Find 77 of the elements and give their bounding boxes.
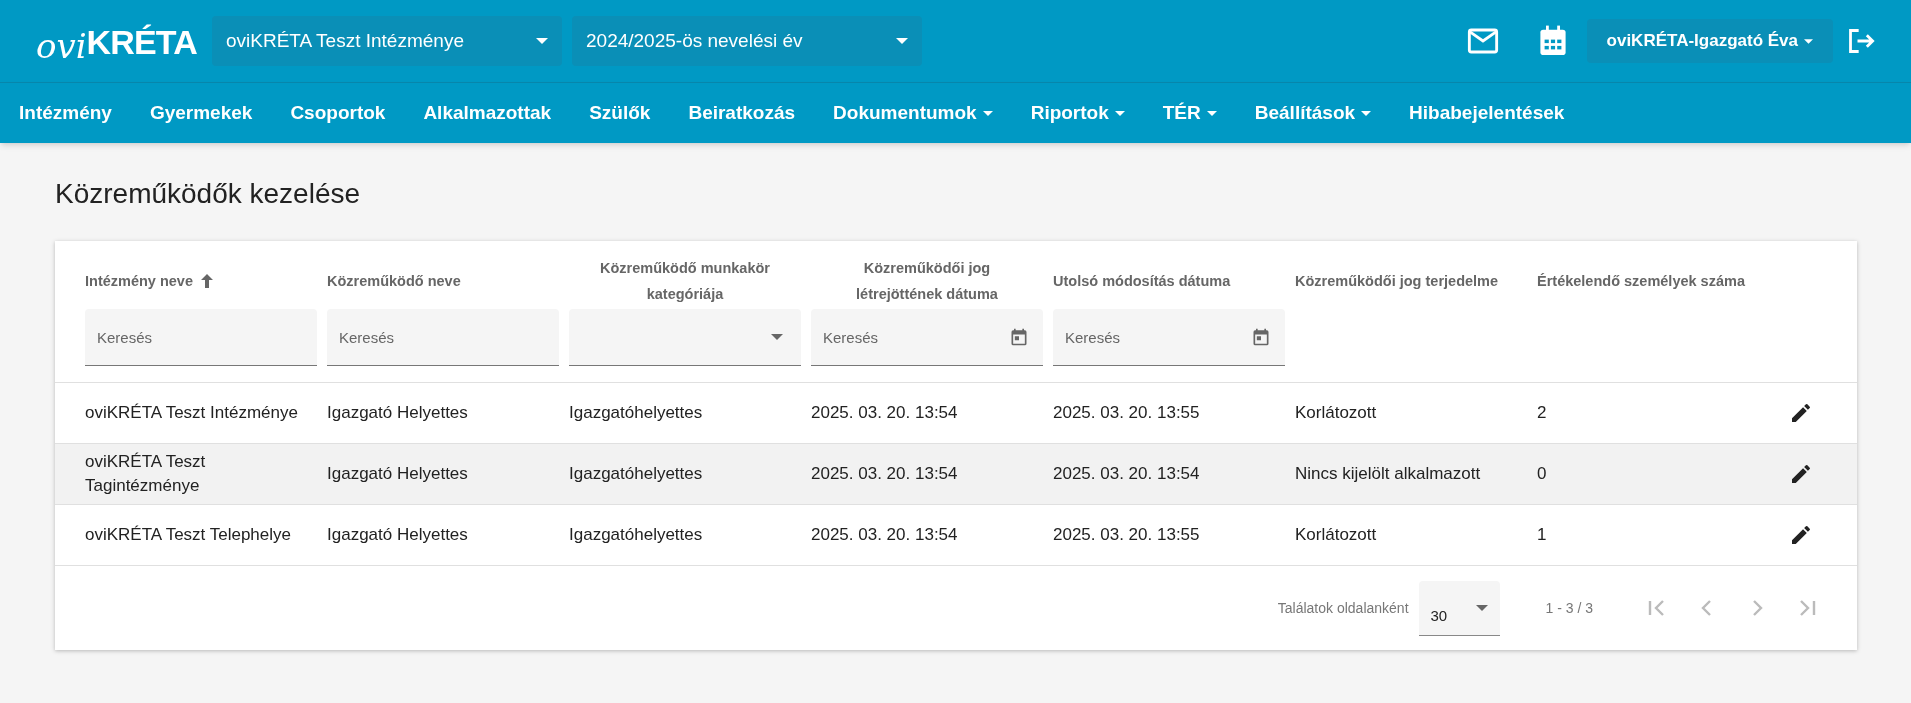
table-cell: 2025. 03. 20. 13:54: [811, 464, 958, 483]
column-header[interactable]: Közreműködői jog létrejöttének dátuma: [832, 255, 1022, 307]
nav-menu-item[interactable]: Beállítások: [1254, 98, 1372, 128]
table-row[interactable]: oviKRÉTA Teszt Intézménye Igazgató Helyettes Igazgatóhelyettes 2025. 03. 20. 13:54 2025. 03. 20. 13:55 Korlátozott 2: [55, 383, 1857, 444]
nav-menu-item[interactable]: Hibabejelentések: [1409, 98, 1565, 128]
caret-icon: [1804, 38, 1813, 44]
column-header[interactable]: Intézmény neve: [85, 268, 213, 294]
table-cell: Igazgató Helyettes: [327, 403, 468, 422]
caret-icon: [536, 38, 548, 44]
table-cell: 2025. 03. 20. 13:54: [811, 525, 958, 544]
logo-text: KRÉTA: [86, 25, 197, 59]
sort-arrow-icon: [201, 274, 213, 288]
table-cell: 0: [1537, 464, 1547, 483]
caret-icon: [771, 334, 783, 340]
column-header[interactable]: Közreműködő munkakör kategóriája: [590, 255, 780, 307]
table-cell: Korlátozott: [1295, 403, 1377, 422]
table-cell: Nincs kijelölt alkalmazott: [1295, 464, 1481, 483]
nav-menu-item[interactable]: Riportok: [1030, 98, 1125, 128]
per-page-label: Találatok oldalanként: [1277, 598, 1409, 618]
column-header[interactable]: Utolsó módosítás dátuma: [1053, 268, 1231, 294]
table-cell: Korlátozott: [1295, 525, 1377, 544]
column-header[interactable]: Közreműködői jog terjedelme: [1295, 268, 1499, 294]
table-cell: Igazgatóhelyettes: [569, 403, 703, 422]
caret-icon: [982, 110, 993, 116]
caret-icon: [1361, 110, 1372, 116]
search-field[interactable]: Keresés: [327, 309, 559, 366]
table-cell: 2: [1537, 403, 1547, 422]
nav-menu-item[interactable]: Dokumentumok: [833, 98, 993, 128]
search-field[interactable]: Keresés: [85, 309, 317, 366]
calendar-icon[interactable]: [1251, 327, 1271, 347]
nav-menu-item[interactable]: Gyermekek: [149, 98, 253, 128]
table-cell: 2025. 03. 20. 13:54: [1053, 464, 1200, 483]
logo[interactable]: oviKRÉTA: [36, 11, 206, 71]
edit-pencil-icon[interactable]: [1789, 523, 1813, 547]
column-header[interactable]: Értékelendő személyek száma: [1537, 268, 1745, 294]
table-row[interactable]: oviKRÉTA Teszt Telephelye Igazgató Helyettes Igazgatóhelyettes 2025. 03. 20. 13:54 2025. 03. 20. 13:55 Korlátozott 1: [55, 505, 1857, 566]
edit-pencil-icon[interactable]: [1789, 401, 1813, 425]
table-cell: 2025. 03. 20. 13:55: [1053, 525, 1200, 544]
nav-menu-item[interactable]: Intézmény: [19, 98, 112, 128]
mail-icon[interactable]: [1466, 28, 1499, 54]
logo-text: ovi: [36, 29, 87, 63]
calendar-icon[interactable]: [1538, 25, 1567, 57]
table-cell: Igazgatóhelyettes: [569, 464, 703, 483]
table-cell: 1: [1537, 525, 1547, 544]
edit-pencil-icon[interactable]: [1789, 462, 1813, 486]
table-cell: 2025. 03. 20. 13:54: [811, 403, 958, 422]
table-cell: Igazgató Helyettes: [327, 464, 468, 483]
nav-menu-item[interactable]: Szülők: [589, 98, 651, 128]
per-page-select[interactable]: 30: [1418, 580, 1500, 636]
calendar-icon[interactable]: [1009, 327, 1029, 347]
first-page-icon[interactable]: [1647, 598, 1667, 618]
nav-menu-item[interactable]: TÉR: [1162, 98, 1217, 128]
nav-menu-item[interactable]: Csoportok: [290, 98, 386, 128]
school-year-select[interactable]: 2024/2025-ös nevelési év: [572, 16, 922, 66]
date-field[interactable]: Keresés: [811, 309, 1043, 366]
user-menu[interactable]: oviKRÉTA-Igazgató Éva: [1586, 19, 1833, 63]
select-field[interactable]: [569, 309, 801, 366]
logout-icon[interactable]: [1847, 28, 1875, 54]
page-title: Közreműködők kezelése: [55, 177, 362, 211]
institution-select[interactable]: oviKRÉTA Teszt Intézménye: [212, 16, 562, 66]
page-range: 1 - 3 / 3: [1545, 598, 1593, 618]
table-cell: oviKRÉTA Teszt Telephelye: [85, 525, 291, 544]
table-cell: oviKRÉTA Teszt Intézménye: [85, 403, 298, 422]
nav-menu-item[interactable]: Alkalmazottak: [423, 98, 552, 128]
caret-icon: [1114, 110, 1125, 116]
table-cell: Igazgató Helyettes: [327, 525, 468, 544]
column-header[interactable]: Közreműködő neve: [327, 268, 461, 294]
table-cell: Igazgatóhelyettes: [569, 525, 703, 544]
caret-icon: [896, 38, 908, 44]
table-cell: oviKRÉTA Teszt Tagintézménye: [85, 452, 206, 495]
caret-icon: [1475, 604, 1488, 611]
nav-menu-item[interactable]: Beiratkozás: [688, 98, 796, 128]
table-row[interactable]: oviKRÉTA Teszt Tagintézménye Igazgató Helyettes Igazgatóhelyettes 2025. 03. 20. 13:54 2025. 03. 20. 13:54 Nincs kijelölt alkalmazott 0: [55, 444, 1857, 505]
table-cell: 2025. 03. 20. 13:55: [1053, 403, 1200, 422]
date-field[interactable]: Keresés: [1053, 309, 1285, 366]
caret-icon: [1206, 110, 1217, 116]
last-page-icon[interactable]: [1797, 598, 1817, 618]
